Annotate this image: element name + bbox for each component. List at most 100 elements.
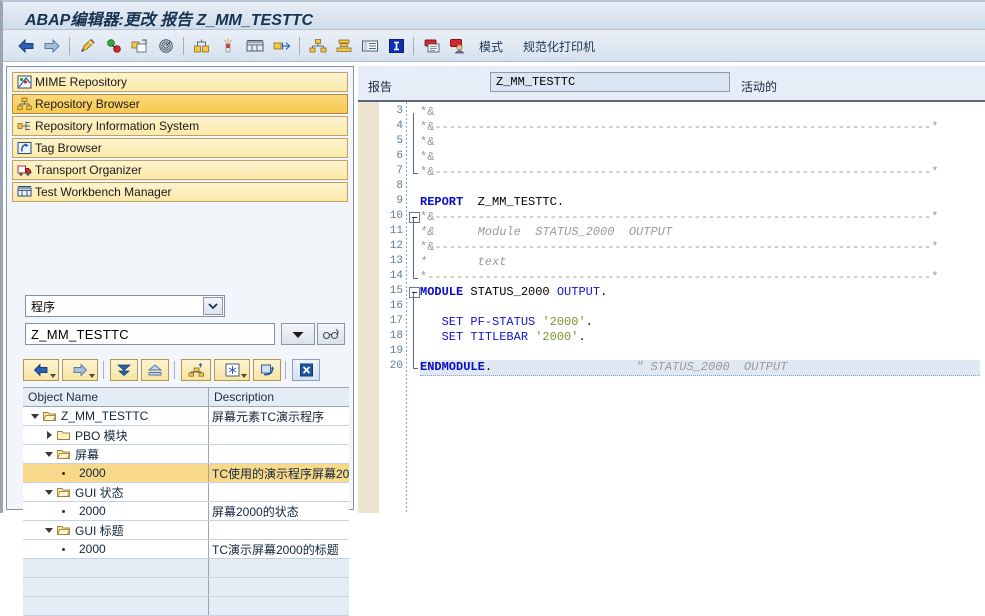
tree-leaf-dot-icon — [57, 471, 69, 475]
code-line[interactable]: *&--------------------------------------… — [420, 210, 938, 225]
print-icon[interactable] — [421, 34, 443, 58]
folder-open-icon — [55, 487, 71, 498]
tree-cell-description: TC使用的演示程序屏幕200 — [209, 464, 349, 482]
sidebar-item-label: Test Workbench Manager — [35, 185, 172, 199]
object-name-input[interactable]: Z_MM_TESTTC — [25, 323, 275, 345]
tree-toggle-expanded-icon[interactable] — [43, 489, 55, 495]
table-row[interactable]: GUI 标题 — [23, 521, 349, 540]
table-row[interactable]: Z_MM_TESTTC 屏幕元素TC演示程序 — [23, 407, 349, 426]
code-line[interactable]: * text — [420, 255, 506, 270]
back-icon[interactable] — [15, 34, 37, 58]
code-line[interactable]: *& — [420, 135, 434, 150]
tree-cell-description — [209, 521, 349, 539]
tree-toggle-collapsed-icon[interactable] — [43, 431, 55, 439]
tree-row-container: Z_MM_TESTTC 屏幕元素TC演示程序 PBO 模块 屏幕 2000 TC使用的演示… — [23, 407, 349, 616]
stack-icon[interactable] — [333, 34, 355, 58]
code-token: SET PF-STATUS — [441, 315, 543, 329]
tree-cell-description: 屏幕元素TC演示程序 — [209, 407, 349, 425]
tree-expand-button[interactable] — [110, 359, 138, 381]
table-row[interactable]: 2000 TC演示屏幕2000的标题 — [23, 540, 349, 559]
table-row[interactable]: 2000 TC使用的演示程序屏幕200 — [23, 464, 349, 483]
display-object-button[interactable] — [317, 323, 345, 345]
block-bracket — [413, 255, 414, 270]
object-name-dropdown-button[interactable] — [281, 323, 315, 345]
line-number: 20 — [389, 360, 403, 372]
info-icon[interactable] — [385, 34, 407, 58]
code-line[interactable]: *&--------------------------------------… — [420, 120, 938, 135]
transport-organizer-icon — [15, 162, 33, 178]
fold-collapse-icon[interactable] — [409, 287, 420, 298]
fold-collapse-icon[interactable] — [409, 212, 420, 223]
tree-toggle-expanded-icon[interactable] — [29, 413, 41, 419]
code-token: *&--------------------------------------… — [420, 120, 939, 134]
editor-object-type-label: 报告 — [368, 80, 393, 94]
hierarchy-icon[interactable] — [307, 34, 329, 58]
activate-icon[interactable] — [103, 34, 125, 58]
navigate-icon[interactable] — [271, 34, 293, 58]
user-object-icon[interactable] — [447, 34, 469, 58]
tree-collapse-button[interactable] — [141, 359, 169, 381]
object-tree: Object Name Description Z_MM_TESTTC 屏幕元素T… — [23, 387, 349, 616]
editor-header: 报告 Z_MM_TESTTC 活动的 — [358, 66, 985, 102]
tree-toggle-expanded-icon[interactable] — [43, 527, 55, 533]
line-number: 13 — [389, 255, 403, 267]
code-line[interactable]: *& Module STATUS_2000 OUTPUT — [420, 225, 672, 240]
column-header-description[interactable]: Description — [209, 388, 349, 406]
tree-node-label: 屏幕 — [75, 447, 100, 462]
forward-icon[interactable] — [41, 34, 63, 58]
editor-left-margin — [358, 102, 379, 513]
other-object-icon[interactable] — [129, 34, 151, 58]
code-line[interactable]: SET PF-STATUS '2000'. — [420, 315, 593, 330]
tree-forward-button[interactable] — [62, 359, 98, 381]
code-token: *& — [420, 150, 435, 164]
sidebar-item-repository-information-system[interactable]: Repository Information System — [12, 116, 348, 136]
sidebar-item-tag-browser[interactable]: Tag Browser — [12, 138, 348, 158]
tree-close-button[interactable] — [292, 359, 320, 381]
list-icon[interactable] — [359, 34, 381, 58]
code-line[interactable]: *&--------------------------------------… — [420, 165, 938, 180]
tree-cell-object-name: 2000 — [23, 540, 209, 558]
sidebar-item-label: Tag Browser — [35, 141, 102, 155]
mode-menu-label[interactable]: 模式 — [479, 38, 503, 55]
source-code-editor[interactable]: 3 4 5 6 7 8 9 10 11 12 13 14 15 16 17 18 19 20 *& *&------… — [358, 102, 985, 513]
object-type-combo[interactable]: 程序 — [25, 295, 225, 317]
table-row[interactable]: GUI 状态 — [23, 483, 349, 502]
object-type-value: 程序 — [31, 299, 56, 314]
check-icon[interactable] — [217, 34, 239, 58]
line-number: 4 — [396, 120, 403, 132]
code-line[interactable]: *---------------------------------------… — [420, 270, 938, 285]
code-line[interactable]: REPORT Z_MM_TESTTC. — [420, 195, 564, 210]
line-number: 10 — [389, 210, 403, 222]
tree-refresh-button[interactable] — [253, 359, 281, 381]
toolbar-separator — [183, 37, 184, 55]
table-row[interactable]: 2000 屏幕2000的状态 — [23, 502, 349, 521]
code-line[interactable]: MODULE STATUS_2000 OUTPUT. — [420, 285, 607, 300]
sidebar-item-repository-browser[interactable]: Repository Browser — [12, 94, 348, 114]
where-used-icon[interactable] — [155, 34, 177, 58]
editor-object-name-field[interactable]: Z_MM_TESTTC — [490, 72, 730, 92]
tree-toolbar-separator — [174, 361, 175, 379]
printer-menu-label[interactable]: 规范化打印机 — [523, 38, 595, 55]
pattern-icon[interactable] — [243, 34, 267, 58]
sidebar-item-test-workbench-manager[interactable]: Test Workbench Manager — [12, 182, 348, 202]
tree-empty-row — [23, 597, 349, 616]
code-line[interactable]: ENDMODULE. " STATUS_2000 OUTPUT — [420, 360, 980, 376]
table-row[interactable]: 屏幕 — [23, 445, 349, 464]
tree-hierarchy-button[interactable] — [181, 359, 211, 381]
tree-toggle-expanded-icon[interactable] — [43, 451, 55, 457]
sidebar-item-mime-repository[interactable]: MIME Repository — [12, 72, 348, 92]
code-line[interactable]: SET TITLEBAR '2000'. — [420, 330, 586, 345]
pencil-display-change-icon[interactable] — [77, 34, 99, 58]
chevron-down-icon[interactable] — [203, 297, 223, 315]
code-line[interactable]: *& — [420, 150, 434, 165]
column-header-object-name[interactable]: Object Name — [23, 388, 209, 406]
code-token: . — [578, 330, 586, 344]
tree-filter-button[interactable] — [214, 359, 250, 381]
table-row[interactable]: PBO 模块 — [23, 426, 349, 445]
sidebar-item-transport-organizer[interactable]: Transport Organizer — [12, 160, 348, 180]
object-list-icon[interactable] — [191, 34, 213, 58]
tree-back-button[interactable] — [23, 359, 59, 381]
code-line[interactable]: *& — [420, 105, 434, 120]
code-line[interactable]: *&--------------------------------------… — [420, 240, 938, 255]
